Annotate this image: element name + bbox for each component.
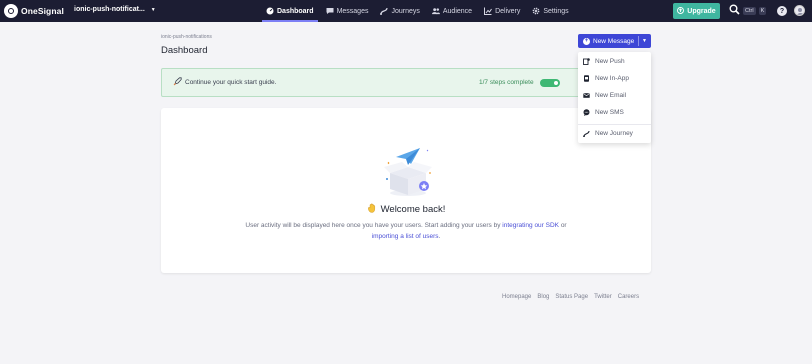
gear-icon [532, 7, 540, 15]
welcome-title: Welcome back! [161, 203, 651, 216]
nav-label: Settings [543, 7, 569, 15]
journey-icon [583, 130, 590, 137]
new-message-button[interactable]: + New Message ▼ [578, 34, 651, 48]
nav-settings[interactable]: Settings [526, 0, 574, 22]
menu-item-new-journey[interactable]: New Journey [578, 127, 651, 139]
upgrade-icon [677, 6, 685, 16]
push-icon [583, 57, 590, 65]
import-users-link[interactable]: importing a list of users [372, 233, 439, 240]
app-name: ionic-push-notificat... [74, 6, 145, 13]
footer-links: Homepage Blog Status Page Twitter Career… [502, 294, 639, 300]
menu-item-label: New Push [595, 57, 625, 65]
nav-label: Journeys [391, 7, 420, 15]
footer-link-careers[interactable]: Careers [618, 294, 639, 300]
chevron-down-icon: ▼ [150, 6, 156, 13]
journey-icon [380, 7, 389, 15]
footer-link-homepage[interactable]: Homepage [502, 294, 531, 300]
welcome-desc-mid: or [559, 222, 567, 229]
shortcut-ctrl: Ctrl [743, 6, 756, 15]
footer-link-blog[interactable]: Blog [537, 294, 549, 300]
new-message-menu: New Push New In-App New Email New SMS Ne… [578, 52, 651, 143]
upgrade-label: Upgrade [687, 7, 716, 15]
nav-journeys[interactable]: Journeys [374, 0, 425, 22]
shortcut-k: K [758, 6, 767, 15]
nav-label: Dashboard [277, 7, 314, 15]
email-icon [583, 92, 590, 99]
menu-item-label: New Email [595, 91, 627, 99]
welcome-description: User activity will be displayed here onc… [161, 220, 651, 242]
menu-item-new-in-app[interactable]: New In-App [578, 72, 651, 84]
chevron-down-icon[interactable]: ▼ [642, 38, 647, 44]
page-title: Dashboard [161, 45, 208, 56]
logo-text: OneSignal [21, 6, 64, 16]
upgrade-button[interactable]: Upgrade [673, 3, 720, 19]
top-navbar: OneSignal ionic-push-notificat... ▼ Dash… [0, 0, 812, 22]
menu-item-new-sms[interactable]: New SMS [578, 106, 651, 118]
nav-messages[interactable]: Messages [320, 0, 375, 22]
menu-item-label: New Journey [595, 129, 633, 137]
search-button[interactable]: Ctrl K [729, 4, 767, 17]
onesignal-logo-icon [4, 4, 18, 18]
nav-audience[interactable]: Audience [426, 0, 478, 22]
nav-dashboard[interactable]: Dashboard [260, 0, 320, 22]
breadcrumb[interactable]: ionic-push-notifications [161, 34, 212, 40]
quickstart-steps: 1/7 steps complete [479, 79, 534, 86]
main-nav: Dashboard Messages Journeys Audience Del… [260, 0, 575, 22]
nav-delivery[interactable]: Delivery [478, 0, 526, 22]
waving-hand-icon [367, 203, 377, 216]
integrating-sdk-link[interactable]: integrating our SDK [502, 222, 559, 229]
new-message-label: New Message [593, 37, 635, 45]
quickstart-progress-toggle[interactable] [540, 79, 560, 87]
in-app-icon [583, 74, 590, 82]
menu-divider [578, 124, 651, 125]
footer-link-status-page[interactable]: Status Page [555, 294, 588, 300]
gauge-icon [266, 7, 274, 15]
welcome-title-text: Welcome back! [380, 204, 446, 215]
menu-item-new-email[interactable]: New Email [578, 89, 651, 101]
quickstart-text: Continue your quick start guide. [185, 79, 277, 86]
menu-item-label: New In-App [595, 74, 629, 82]
avatar[interactable] [794, 5, 805, 16]
menu-item-new-push[interactable]: New Push [578, 55, 651, 67]
help-icon[interactable]: ? [777, 6, 787, 16]
plus-icon: + [583, 37, 590, 45]
app-switcher[interactable]: ionic-push-notificat... ▼ [74, 6, 156, 13]
sms-icon [583, 108, 590, 116]
footer-link-twitter[interactable]: Twitter [594, 294, 612, 300]
message-icon [326, 7, 334, 15]
rocket-icon [173, 77, 182, 88]
nav-label: Delivery [495, 7, 521, 15]
paper-plane-box-illustration [380, 143, 436, 199]
chart-icon [484, 7, 492, 15]
welcome-desc-end: . [438, 233, 441, 240]
search-icon [729, 4, 740, 17]
nav-label: Messages [336, 7, 369, 15]
menu-item-label: New SMS [595, 108, 624, 116]
nav-label: Audience [442, 7, 473, 15]
onesignal-logo[interactable]: OneSignal [4, 4, 64, 18]
welcome-desc-before: User activity will be displayed here onc… [245, 222, 503, 229]
users-icon [431, 7, 440, 15]
